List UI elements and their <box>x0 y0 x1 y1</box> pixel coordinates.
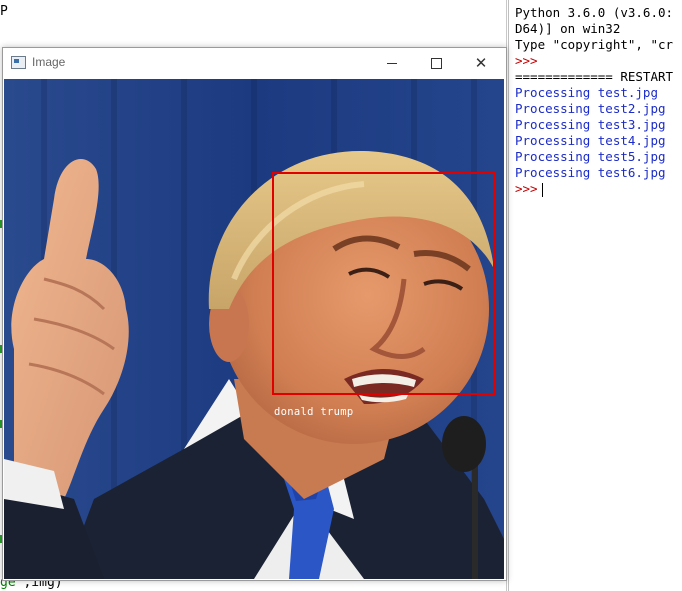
image-window-titlebar[interactable]: Image ✕ <box>3 48 506 78</box>
shell-line: Processing test6.jpg <box>515 165 666 180</box>
image-window[interactable]: Image ✕ donald trump <box>2 47 507 581</box>
shell-line: Processing test4.jpg <box>515 133 666 148</box>
close-button[interactable]: ✕ <box>458 48 504 78</box>
shell-line: Processing test.jpg <box>515 85 658 100</box>
editor-top-text: P <box>0 4 8 19</box>
shell-line: D64)] on win32 <box>515 21 621 36</box>
text-cursor <box>541 182 543 197</box>
close-icon: ✕ <box>474 54 488 72</box>
face-detection-label: donald trump <box>274 406 354 418</box>
window-title: Image <box>32 55 66 69</box>
window-app-icon <box>11 56 26 69</box>
shell-line: Processing test3.jpg <box>515 117 666 132</box>
face-detection-box <box>272 172 495 395</box>
python-shell-window[interactable]: Python 3.6.0 (v3.6.0: D64)] on win32 Type … <box>508 0 682 591</box>
shell-line: Python 3.6.0 (v3.6.0: <box>515 5 674 20</box>
maximize-button[interactable] <box>413 48 459 78</box>
shell-line: Processing test2.jpg <box>515 101 666 116</box>
minimize-button[interactable] <box>369 48 415 78</box>
minimize-icon <box>387 63 397 64</box>
shell-line: Type "copyright", "cr <box>515 37 674 52</box>
shell-line: ============= RESTART <box>515 69 674 84</box>
shell-prompt: >>> <box>515 181 543 197</box>
shell-prompt: >>> <box>515 53 538 68</box>
shell-line: Processing test5.jpg <box>515 149 666 164</box>
maximize-icon <box>430 58 442 69</box>
image-canvas: donald trump <box>4 79 504 579</box>
